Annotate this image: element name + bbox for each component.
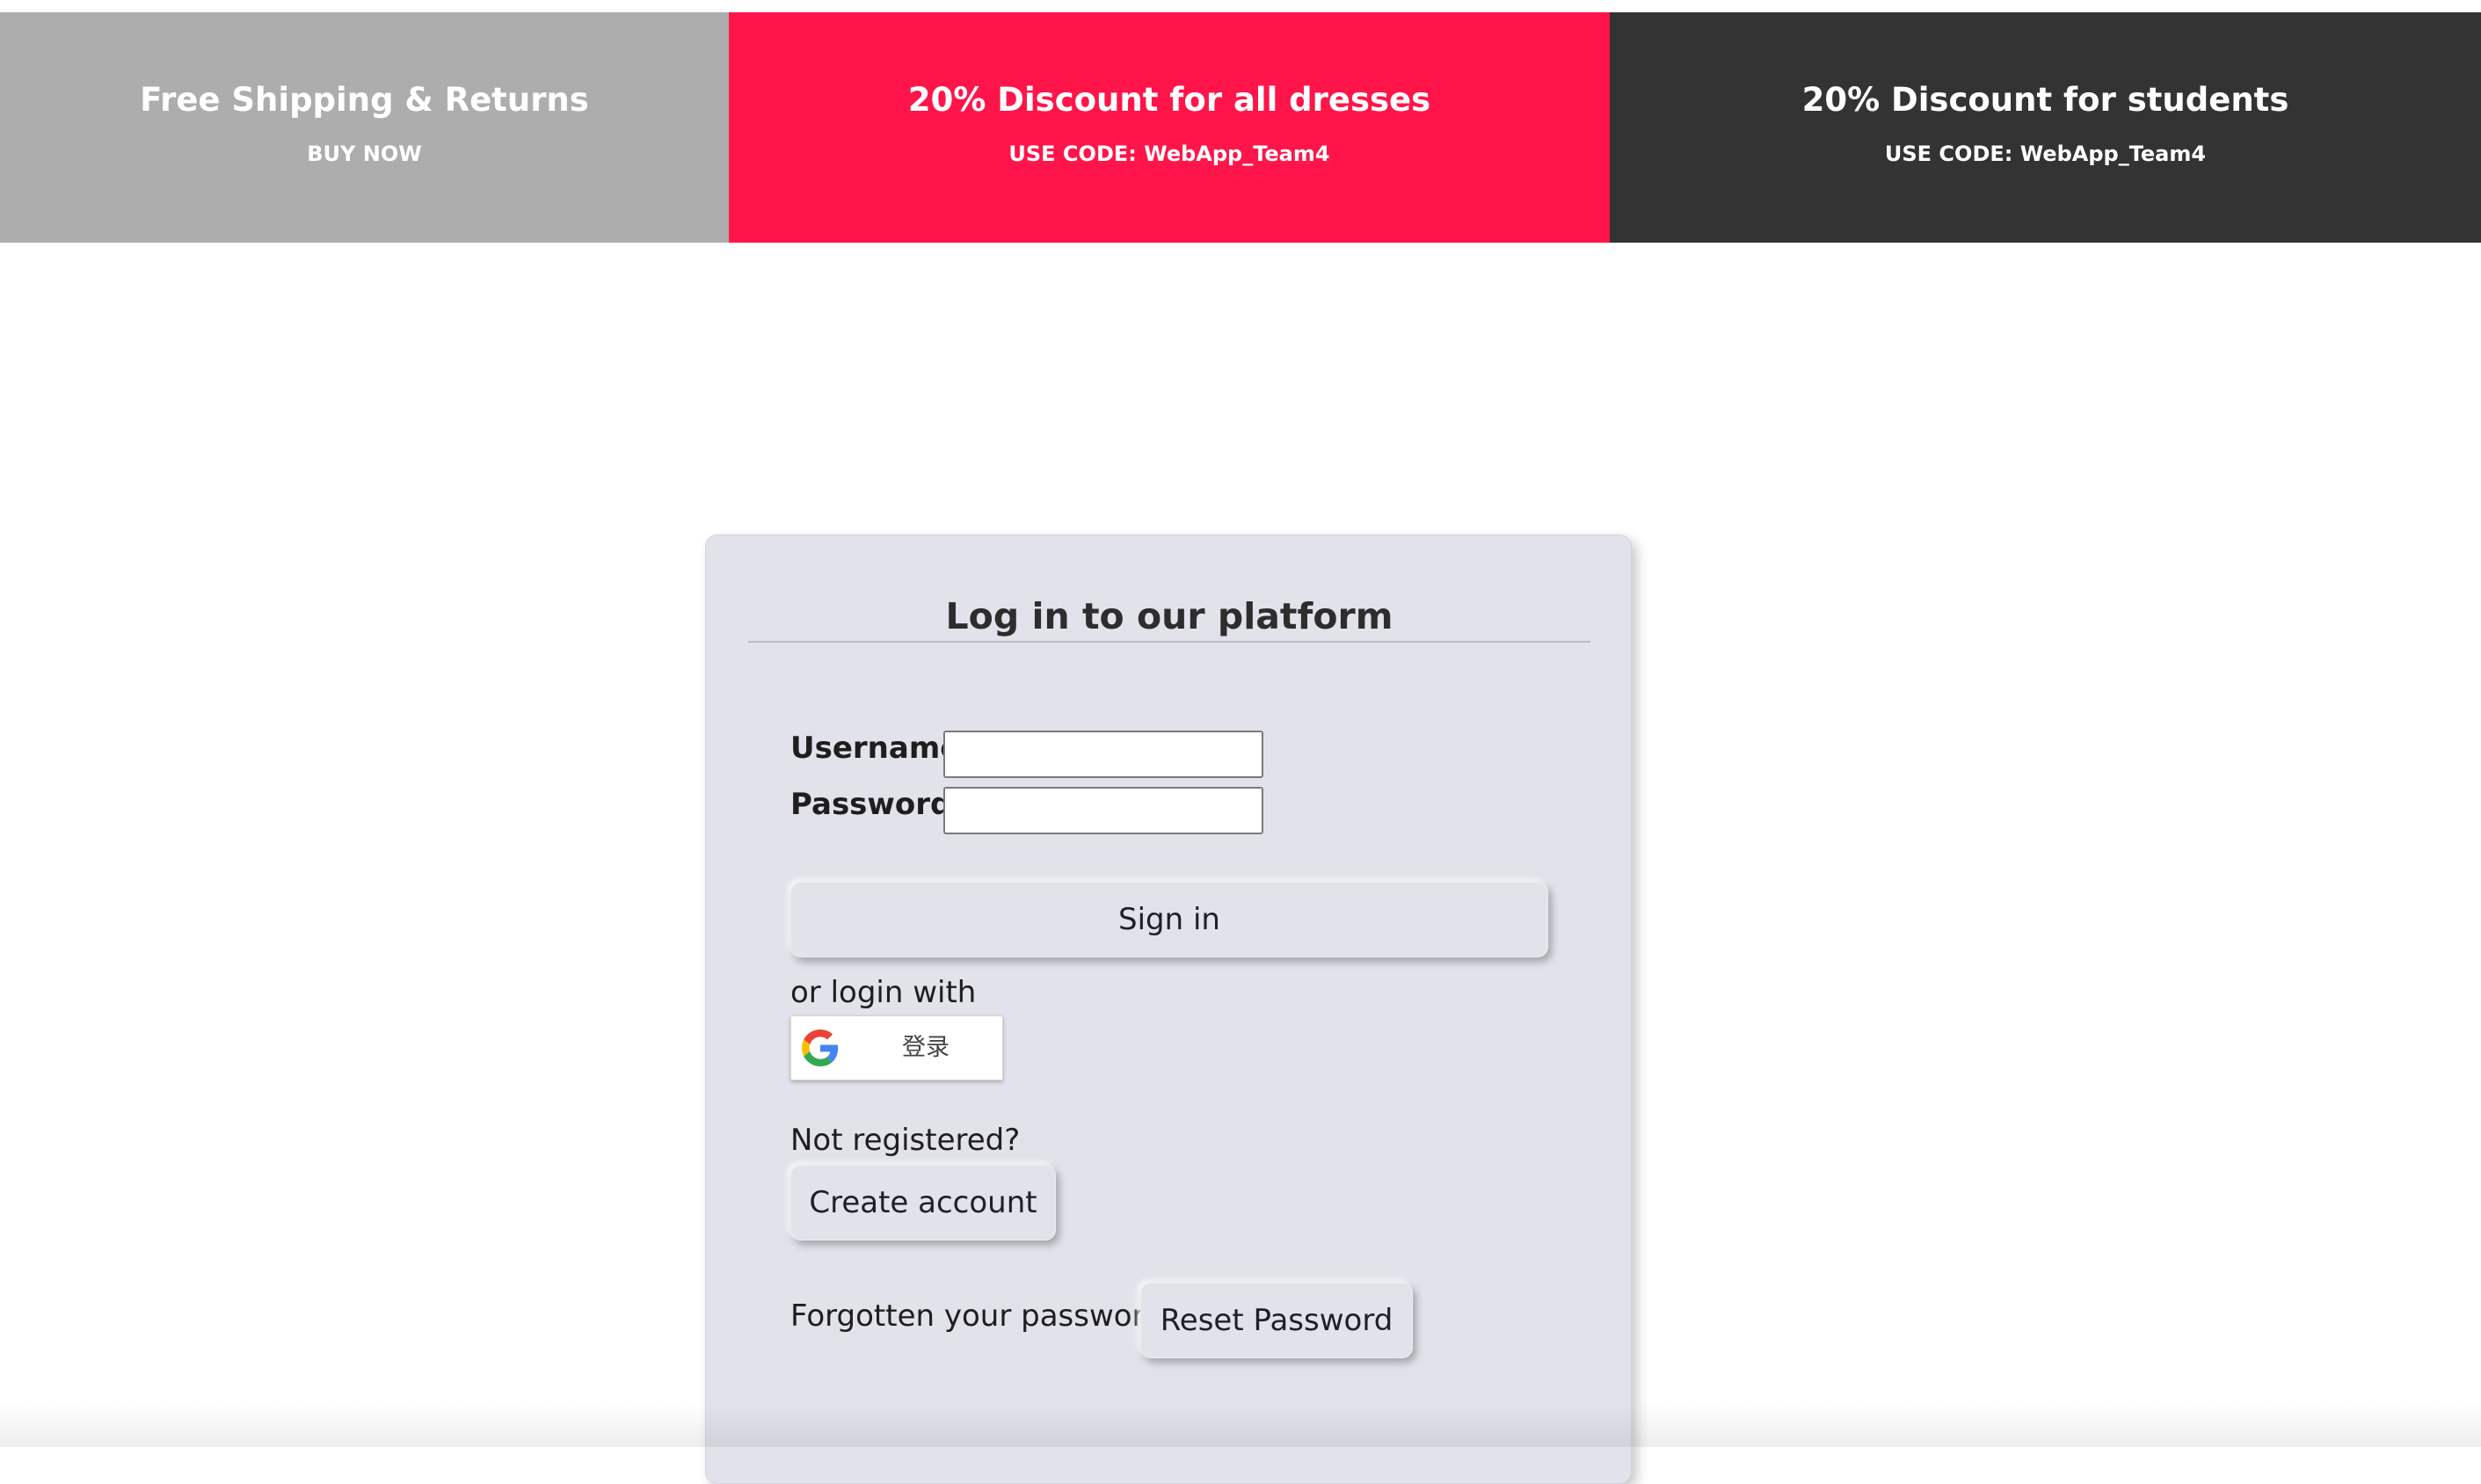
promo-banner: Free Shipping & Returns BUY NOW 20% Disc… (0, 12, 2481, 243)
promo-students-discount[interactable]: 20% Discount for students USE CODE: WebA… (1610, 12, 2481, 243)
promo-title: 20% Discount for all dresses (907, 81, 1431, 119)
promo-title: 20% Discount for students (1801, 81, 2289, 119)
login-title: Log in to our platform (748, 595, 1590, 643)
promo-code-text: USE CODE: WebApp_Team4 (1008, 142, 1330, 166)
promo-buy-now-link[interactable]: BUY NOW (307, 141, 421, 167)
forgotten-password-text: Forgotten your password? (790, 1298, 1179, 1334)
promo-title: Free Shipping & Returns (140, 81, 589, 119)
google-g-icon (802, 1029, 839, 1066)
create-account-button[interactable]: Create account (790, 1165, 1056, 1240)
not-registered-text: Not registered? (790, 1123, 1021, 1158)
google-login-label: 登录 (902, 1034, 949, 1061)
sign-in-button[interactable]: Sign in (790, 882, 1548, 957)
google-login-button[interactable]: 登录 (790, 1015, 1003, 1080)
login-card: Log in to our platform Username: Passwor… (705, 535, 1632, 1484)
reset-password-button[interactable]: Reset Password (1140, 1283, 1413, 1358)
password-input[interactable] (943, 787, 1263, 834)
or-login-with-text: or login with (790, 975, 977, 1010)
promo-code-text: USE CODE: WebApp_Team4 (1884, 142, 2207, 166)
promo-free-shipping[interactable]: Free Shipping & Returns BUY NOW (0, 12, 729, 243)
password-label: Password: (790, 787, 964, 822)
username-input[interactable] (943, 731, 1263, 778)
promo-dresses-discount[interactable]: 20% Discount for all dresses USE CODE: W… (729, 12, 1610, 243)
